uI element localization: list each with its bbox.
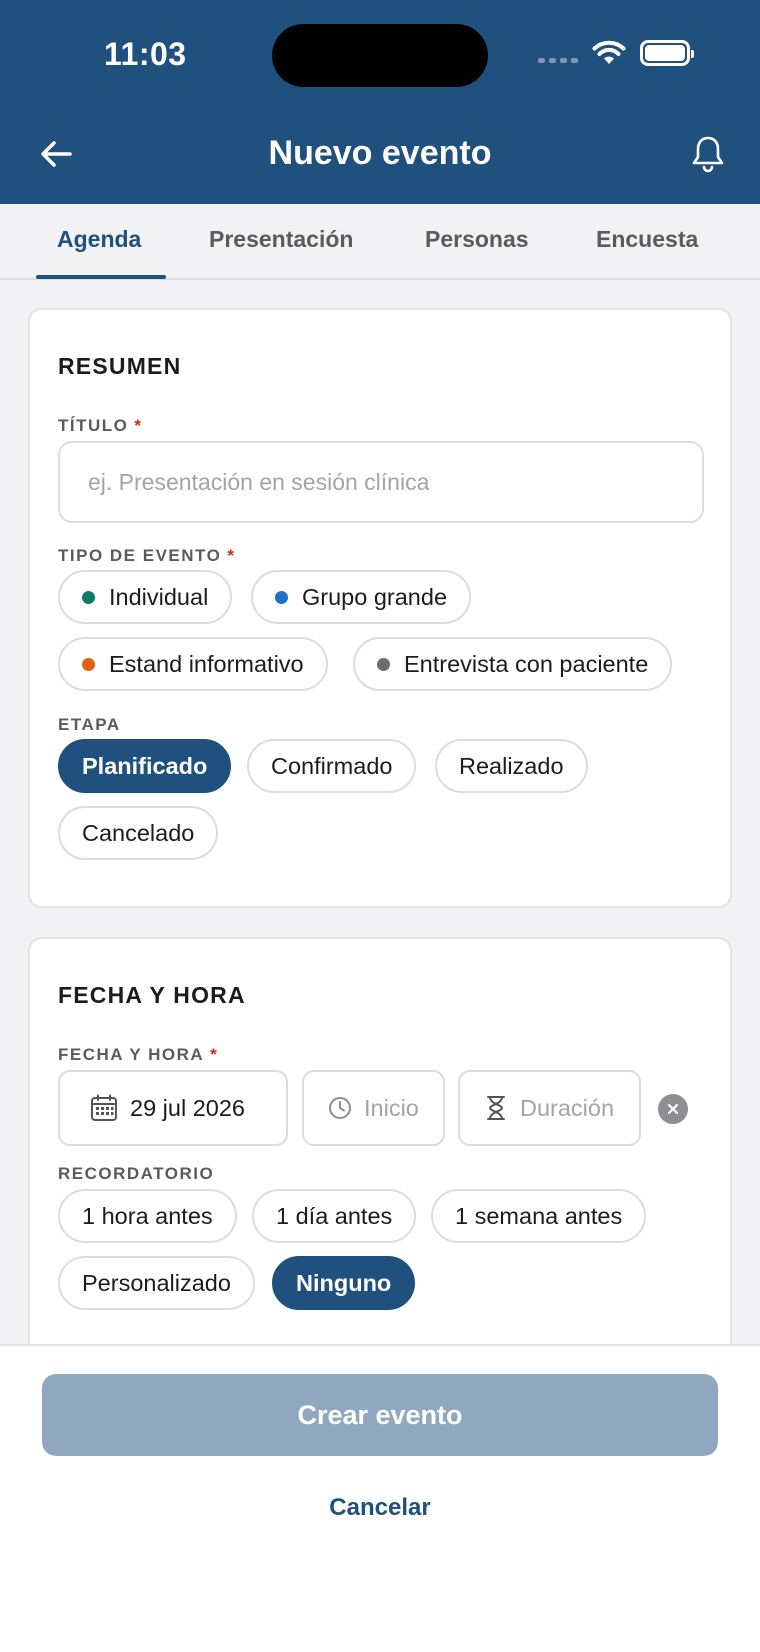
gray-dot-icon xyxy=(377,657,390,671)
wifi-icon xyxy=(592,40,626,64)
title-input[interactable] xyxy=(58,441,704,523)
tab-presentacion[interactable]: Presentación xyxy=(209,226,353,280)
chip-label: Entrevista con paciente xyxy=(404,650,649,677)
status-time: 11:03 xyxy=(104,36,187,72)
cancel-button[interactable]: Cancelar xyxy=(0,1494,760,1522)
reminder-chip-1-hora[interactable]: 1 hora antes xyxy=(58,1189,237,1243)
hourglass-icon xyxy=(484,1095,508,1121)
teal-dot-icon xyxy=(82,590,95,604)
date-picker[interactable]: 29 jul 2026 xyxy=(58,1070,288,1146)
footer-actions: Crear evento Cancelar xyxy=(0,1344,760,1652)
create-event-button[interactable]: Crear evento xyxy=(42,1374,718,1456)
active-tab-indicator xyxy=(36,275,166,279)
duration-picker[interactable]: Duración xyxy=(458,1070,641,1146)
stage-chip-confirmado[interactable]: Confirmado xyxy=(247,739,417,793)
datetime-field-label: FECHA Y HORA * xyxy=(58,1045,219,1064)
reminder-chip-ninguno[interactable]: Ninguno xyxy=(272,1256,416,1310)
chip-label: Grupo grande xyxy=(302,583,448,610)
start-time-picker[interactable]: Inicio xyxy=(302,1070,445,1146)
stage-label: ETAPA xyxy=(58,715,121,734)
reminder-chip-1-semana[interactable]: 1 semana antes xyxy=(431,1189,647,1243)
clock-icon xyxy=(328,1096,352,1120)
chip-label: Estand informativo xyxy=(109,650,304,677)
chip-label: Individual xyxy=(109,583,209,610)
reminder-chip-personalizado[interactable]: Personalizado xyxy=(58,1256,255,1310)
clear-datetime-button[interactable] xyxy=(658,1094,688,1124)
event-type-label: TIPO DE EVENTO * xyxy=(58,546,236,565)
event-type-chip-individual[interactable]: Individual xyxy=(58,570,233,624)
close-icon xyxy=(667,1103,679,1115)
event-type-chip-estand-informativo[interactable]: Estand informativo xyxy=(58,637,328,691)
battery-icon xyxy=(640,40,694,66)
start-time-placeholder: Inicio xyxy=(364,1094,419,1121)
stage-chip-planificado[interactable]: Planificado xyxy=(58,739,232,793)
required-mark: * xyxy=(134,416,143,435)
tab-bar: Agenda Presentación Personas Encuesta xyxy=(0,204,760,280)
orange-dot-icon xyxy=(82,657,95,671)
event-type-chip-entrevista[interactable]: Entrevista con paciente xyxy=(353,637,673,691)
datetime-card: FECHA Y HORA FECHA Y HORA* 29 jul 2026 xyxy=(28,937,732,1397)
calendar-icon xyxy=(90,1094,118,1122)
reminder-chip-1-dia[interactable]: 1 día antes xyxy=(252,1189,417,1243)
required-mark: * xyxy=(227,546,236,565)
stage-chip-cancelado[interactable]: Cancelado xyxy=(58,806,219,860)
summary-title: RESUMEN xyxy=(58,353,182,379)
bell-icon xyxy=(692,136,724,173)
page-title: Nuevo evento xyxy=(268,134,492,172)
required-mark: * xyxy=(210,1045,219,1064)
notifications-button[interactable] xyxy=(688,134,728,174)
tab-agenda[interactable]: Agenda xyxy=(57,226,141,280)
summary-card: RESUMEN TÍTULO* TIPO DE EVENTO* Individu… xyxy=(28,308,732,908)
tab-encuesta[interactable]: Encuesta xyxy=(596,226,698,280)
cellular-signal-icon xyxy=(538,57,578,63)
date-value: 29 jul 2026 xyxy=(130,1094,245,1121)
blue-dot-icon xyxy=(275,590,288,604)
event-type-chip-grupo-grande[interactable]: Grupo grande xyxy=(251,570,472,624)
duration-placeholder: Duración xyxy=(520,1094,615,1121)
tab-personas[interactable]: Personas xyxy=(425,226,529,280)
datetime-title: FECHA Y HORA xyxy=(58,982,246,1008)
stage-chip-realizado[interactable]: Realizado xyxy=(435,739,588,793)
dynamic-island xyxy=(272,24,488,87)
status-icons xyxy=(538,40,694,66)
reminder-label: RECORDATORIO xyxy=(58,1164,215,1183)
title-field-label: TÍTULO * xyxy=(58,416,143,435)
app-header: 11:03 Nuevo evento xyxy=(0,0,760,204)
